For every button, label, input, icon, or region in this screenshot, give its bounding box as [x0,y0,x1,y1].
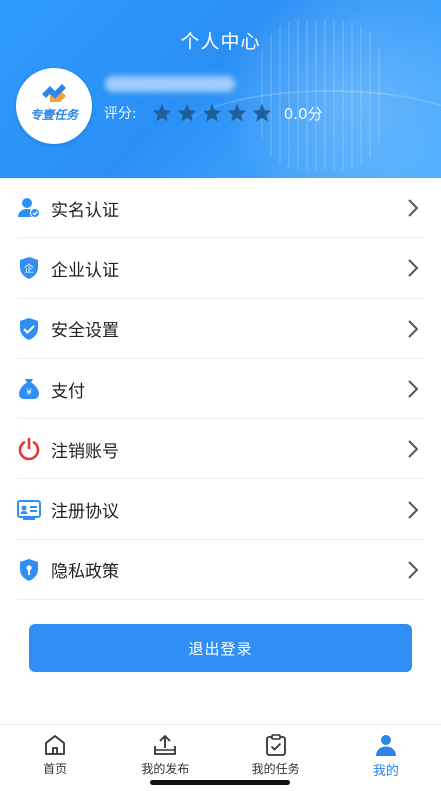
user-verify-icon [18,198,40,219]
menu-item-registration-agreement[interactable]: 注册协议 [0,479,441,541]
menu-item-real-name-verification[interactable]: 实名认证 [0,178,441,239]
security-shield-icon [20,317,38,340]
menu-item-enterprise-verification[interactable]: 企 企业认证 [0,238,441,299]
power-icon [18,438,40,461]
chevron-right-icon [408,561,419,579]
menu-item-payment[interactable]: ¥ 支付 [0,359,441,420]
menu-item-privacy-policy[interactable]: 隐私政策 [0,540,441,601]
privacy-shield-icon [20,558,38,581]
svg-text:¥: ¥ [26,388,32,398]
menu-item-security-settings[interactable]: 安全设置 [0,299,441,360]
tab-home[interactable]: 首页 [0,725,110,791]
profile-icon [375,735,396,756]
rating-row: 评分: 0.0分 [104,102,323,124]
menu-item-delete-account[interactable]: 注销账号 [0,419,441,480]
menu-item-label: 企业认证 [51,260,119,281]
app-logo-text: 专壹任务 [29,108,78,122]
svg-text:企: 企 [24,262,34,275]
page-title: 个人中心 [180,31,261,53]
chevron-right-icon [408,199,419,217]
rating-value: 0.0分 [283,104,323,123]
menu-item-label: 隐私政策 [51,562,119,583]
star-icon [177,103,196,122]
tab-label: 我的 [372,764,399,779]
task-clipboard-icon [265,734,286,756]
menu-item-label: 注册协议 [51,502,119,523]
avatar[interactable]: 专壹任务 [16,68,92,144]
rating-stars [151,102,276,124]
tab-profile[interactable]: 我的 [331,725,441,791]
profile-header: 个人中心 专壹任务 评分: 0.0分 [0,0,441,178]
home-indicator [150,780,290,785]
menu-item-label: 安全设置 [51,321,119,342]
publish-icon [154,735,177,755]
chevron-right-icon [408,259,419,278]
app-logo-icon [42,84,66,102]
menu-item-label: 支付 [51,381,85,402]
menu-item-label: 注销账号 [51,441,119,462]
chevron-right-icon [408,440,419,459]
star-icon [252,103,271,122]
chevron-right-icon [408,320,419,338]
money-bag-icon: ¥ [19,379,39,400]
tab-label: 我的发布 [141,762,190,776]
chevron-right-icon [408,380,419,398]
chevron-right-icon [408,500,419,519]
star-icon [152,103,171,122]
rating-label: 评分: [104,106,137,122]
tab-label: 首页 [43,762,68,776]
home-icon [45,735,66,755]
enterprise-shield-icon: 企 [20,257,38,280]
agreement-card-icon [17,499,41,520]
settings-menu: 实名认证 企 企业认证 安全设置 ¥ 支付 注销账号 注册协议 隐私政策 [0,178,441,601]
menu-item-label: 实名认证 [51,200,119,221]
username-redacted [105,76,235,92]
tab-label: 我的任务 [251,762,300,776]
star-icon [227,103,246,122]
logout-button[interactable]: 退出登录 [29,624,412,672]
star-icon [202,103,221,122]
